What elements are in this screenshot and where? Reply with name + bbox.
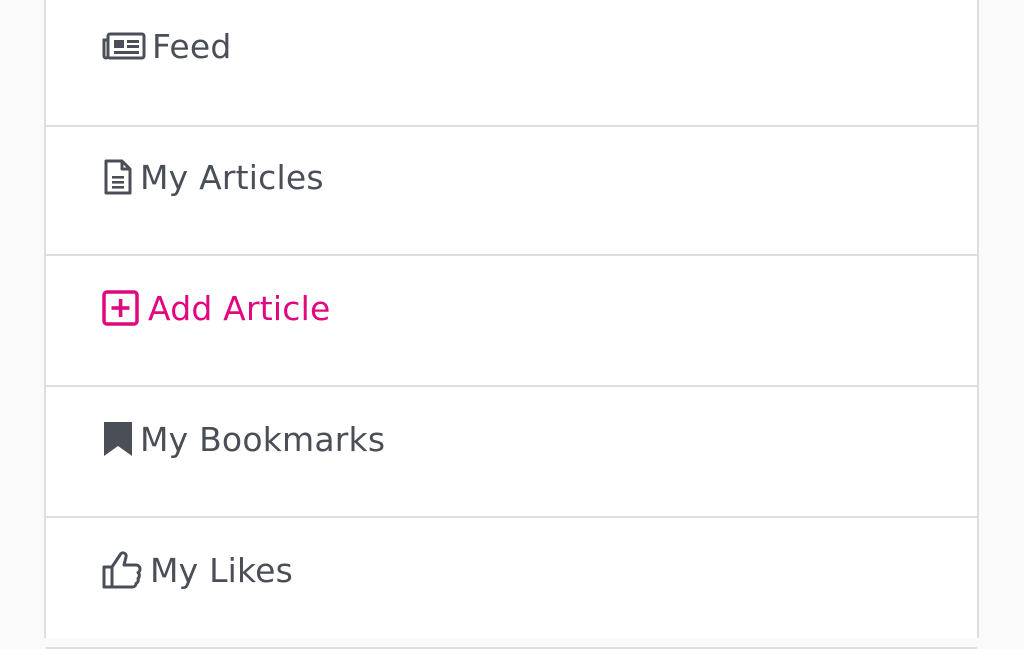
side-menu: Feed My Articles Add Article My Bookmark… [44,0,979,649]
plus-square-icon [102,290,142,326]
menu-item-label: My Articles [140,157,324,197]
thumbs-up-icon [102,551,144,589]
menu-item-label: My Bookmarks [140,419,386,459]
menu-item-my-bookmarks[interactable]: My Bookmarks [46,389,977,518]
document-icon [102,159,134,195]
bookmark-icon [102,420,134,458]
newspaper-icon [102,32,146,60]
menu-item-feed[interactable]: Feed [46,0,977,127]
menu-item-label: Feed [152,26,232,66]
menu-item-my-likes[interactable]: My Likes [46,520,977,649]
menu-item-label: Add Article [148,288,331,328]
menu-item-my-articles[interactable]: My Articles [46,127,977,256]
menu-item-add-article[interactable]: Add Article [46,258,977,387]
menu-item-label: My Likes [150,550,294,590]
